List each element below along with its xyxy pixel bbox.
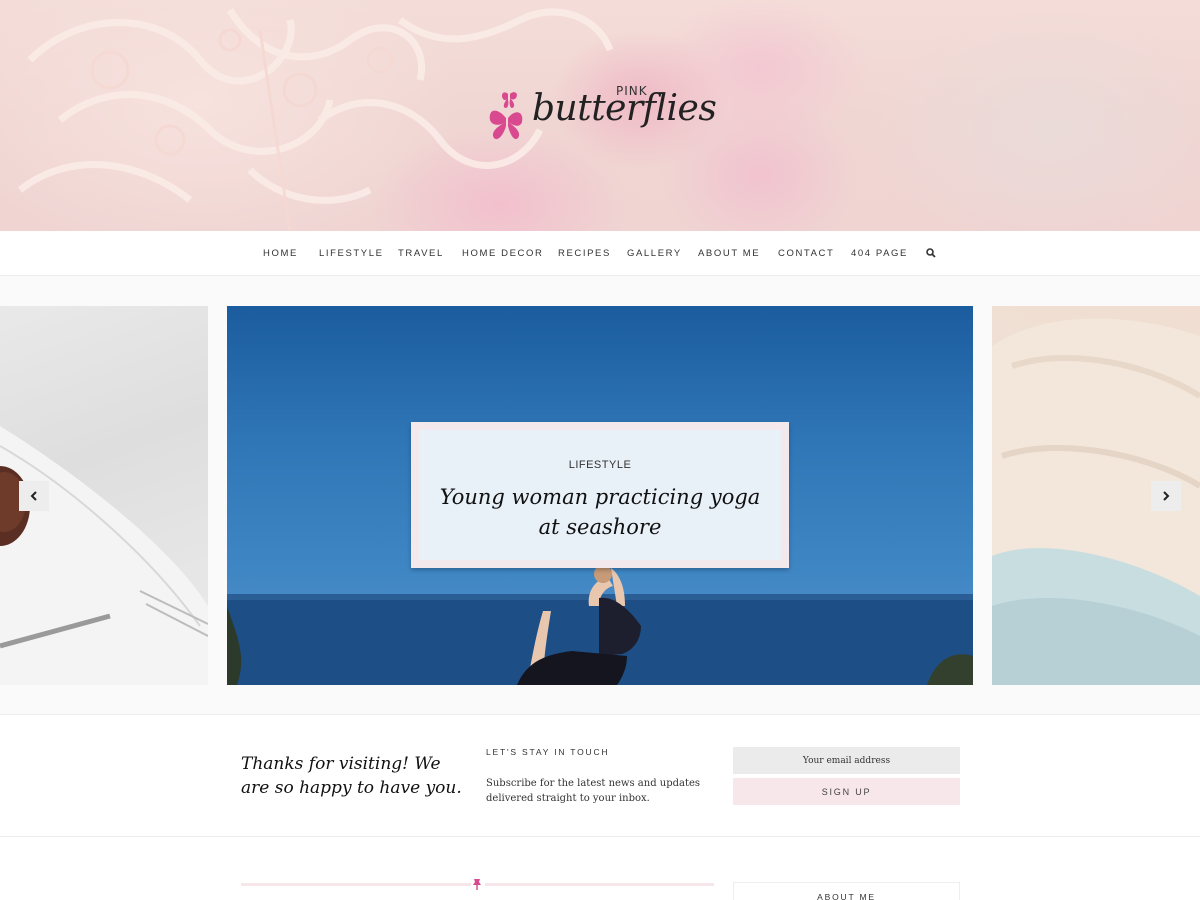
nav-item-404-page[interactable]: 404 PAGE	[851, 248, 908, 259]
pin-icon	[473, 879, 481, 890]
nav-item-lifestyle[interactable]: LIFESTYLE	[319, 248, 384, 259]
slide-caption-card[interactable]: LIFESTYLE Young woman practicing yoga at…	[411, 422, 789, 568]
search-icon[interactable]	[926, 248, 936, 258]
main-navigation: HOME LIFESTYLE TRAVEL HOME DECOR RECIPES…	[0, 231, 1200, 276]
slider-next-button[interactable]	[1151, 481, 1181, 511]
sidebar-about-widget: ABOUT ME	[733, 882, 960, 900]
header-hero: PINK butterflies	[0, 0, 1200, 231]
nav-item-home-decor[interactable]: HOME DECOR	[462, 248, 543, 259]
butterfly-logo-icon	[489, 92, 523, 140]
nav-item-home[interactable]: HOME	[263, 248, 298, 259]
section-divider-left	[241, 883, 471, 886]
about-me-heading: ABOUT ME	[817, 892, 876, 900]
sign-up-button[interactable]: SIGN UP	[733, 778, 960, 805]
chevron-left-icon	[30, 491, 37, 501]
nav-item-contact[interactable]: CONTACT	[778, 248, 834, 259]
subscribe-tagline: Thanks for visiting! We are so happy to …	[241, 754, 462, 798]
nav-item-about-me[interactable]: ABOUT ME	[698, 248, 760, 259]
chevron-right-icon	[1163, 491, 1170, 501]
slide-caption-inner: LIFESTYLE Young woman practicing yoga at…	[419, 430, 781, 560]
logo-name: butterflies	[532, 88, 717, 129]
slide-category[interactable]: LIFESTYLE	[419, 459, 781, 471]
slider-prev-button[interactable]	[19, 481, 49, 511]
slide-title[interactable]: Young woman practicing yoga at seashore	[439, 482, 761, 542]
nav-item-gallery[interactable]: GALLERY	[627, 248, 682, 259]
site-logo[interactable]: PINK butterflies	[486, 84, 726, 148]
section-divider-right	[485, 883, 714, 886]
email-field[interactable]	[733, 747, 960, 774]
subscribe-heading: LET'S STAY IN TOUCH	[486, 747, 610, 757]
nav-item-recipes[interactable]: RECIPES	[558, 248, 611, 259]
subscribe-description: Subscribe for the latest news and update…	[486, 778, 701, 804]
nav-item-travel[interactable]: TRAVEL	[398, 248, 444, 259]
